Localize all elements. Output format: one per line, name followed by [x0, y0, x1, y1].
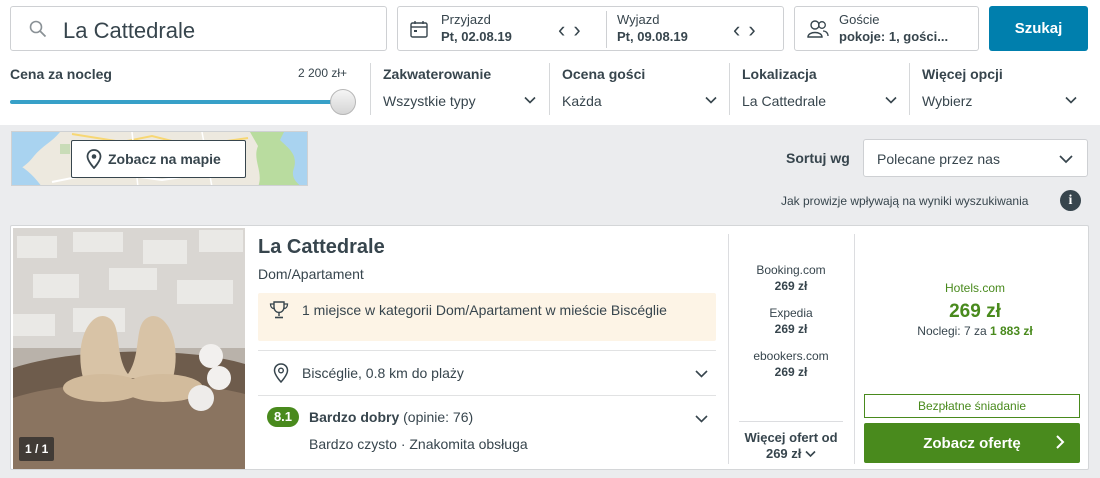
info-icon[interactable]: i — [1060, 190, 1081, 211]
date-picker: Przyjazd Pt, 02.08.19 ‹› Wyjazd Pt, 09.0… — [397, 6, 784, 51]
more-options-filter[interactable]: Więcej opcji Wybierz — [909, 63, 1089, 115]
chevron-right-icon — [1056, 435, 1065, 449]
guest-rating-filter-value: Każda — [562, 93, 602, 109]
checkout-field[interactable]: Wyjazd Pt, 09.08.19 ‹› — [607, 7, 783, 50]
calendar-icon — [410, 21, 428, 38]
nights-prefix: Noclegi: 7 za — [917, 324, 987, 338]
deal-provider: ebookers.com — [753, 349, 829, 363]
deal-item[interactable]: ebookers.com 269 zł — [731, 349, 851, 379]
more-deals-price: 269 zł — [765, 446, 802, 461]
divider — [258, 395, 716, 396]
chevron-down-icon — [1059, 155, 1073, 164]
more-options-filter-label: Więcej opcji — [922, 66, 1003, 82]
guests-value: pokoje: 1, gości... — [839, 29, 949, 44]
deal-price: 269 zł — [774, 365, 808, 379]
deal-item[interactable]: Booking.com 269 zł — [731, 263, 851, 293]
hotel-location[interactable]: Biscéglie, 0.8 km do plaży — [302, 365, 464, 381]
accommodation-filter-value: Wszystkie typy — [383, 93, 476, 109]
guests-label: Goście — [839, 12, 880, 27]
more-deals-label: Więcej ofert od — [744, 430, 838, 445]
hotel-photo-image — [13, 228, 245, 469]
deal-provider: Booking.com — [756, 263, 826, 277]
view-on-map-label: Zobacz na mapie — [108, 151, 221, 167]
divider — [854, 234, 855, 464]
search-icon — [29, 20, 47, 38]
checkin-value: Pt, 02.08.19 — [441, 29, 512, 44]
prev-day-icon[interactable]: ‹ — [733, 17, 748, 42]
divider — [739, 421, 843, 422]
trophy-icon — [269, 301, 289, 319]
guest-rating-filter-label: Ocena gości — [562, 66, 646, 82]
rating-highlights: Bardzo czysto · Znakomita obsługa — [309, 436, 528, 452]
checkout-label: Wyjazd — [617, 12, 660, 27]
search-button[interactable]: Szukaj — [989, 6, 1088, 51]
rating-label: Bardzo dobry — [309, 409, 400, 425]
checkout-value: Pt, 09.08.19 — [617, 29, 688, 44]
deal-price: 269 zł — [774, 322, 808, 336]
award-text: 1 miejsce w kategorii Dom/Apartament w m… — [302, 302, 667, 318]
hotel-name[interactable]: La Cattedrale — [258, 236, 385, 259]
hotel-photo[interactable]: 1 / 1 — [13, 228, 245, 469]
best-deal-provider: Hotels.com — [944, 281, 1006, 295]
checkin-field[interactable]: Przyjazd Pt, 02.08.19 ‹› — [398, 7, 606, 50]
prev-day-icon[interactable]: ‹ — [558, 17, 573, 42]
checkout-arrows: ‹› — [733, 17, 764, 43]
chevron-down-icon — [885, 96, 897, 104]
guests-field[interactable]: Goście pokoje: 1, gości... — [794, 6, 979, 51]
sort-select[interactable]: Polecane przez nas — [863, 139, 1088, 177]
deal-provider: Expedia — [769, 306, 813, 320]
more-deals-button[interactable]: Więcej ofert od 269 zł — [731, 430, 851, 462]
chevron-down-icon — [524, 96, 536, 104]
price-slider-track[interactable] — [10, 100, 344, 104]
chevron-down-icon — [705, 96, 717, 104]
map-pin-icon — [86, 149, 102, 169]
rating-score-badge: 8.1 — [267, 407, 299, 427]
free-breakfast-badge: Bezpłatne śniadanie — [864, 394, 1080, 418]
location-filter-value: La Cattedrale — [742, 93, 827, 109]
accommodation-filter[interactable]: Zakwaterowanie Wszystkie typy — [370, 63, 548, 115]
destination-search-input[interactable]: La Cattedrale — [10, 6, 387, 51]
sort-value: Polecane przez nas — [877, 151, 1000, 167]
guest-rating-filter[interactable]: Ocena gości Każda — [549, 63, 729, 115]
photo-counter: 1 / 1 — [19, 437, 55, 461]
award-banner: 1 miejsce w kategorii Dom/Apartament w m… — [258, 293, 716, 341]
best-deal-total: Noclegi: 7 za 1 883 zł — [861, 324, 1089, 338]
next-day-icon[interactable]: › — [748, 17, 763, 42]
price-filter-label: Cena za nocleg — [10, 66, 112, 82]
chevron-down-icon[interactable] — [695, 367, 708, 380]
sort-label: Sortuj wg — [786, 150, 850, 166]
chevron-down-icon — [805, 450, 816, 458]
deal-price: 269 zł — [774, 279, 808, 293]
divider — [728, 234, 729, 464]
checkin-label: Przyjazd — [441, 12, 491, 27]
nights-total: 1 883 zł — [990, 324, 1033, 338]
view-on-map-button[interactable]: Zobacz na mapie — [71, 140, 246, 178]
divider — [258, 350, 716, 351]
best-deal-price: 269 zł — [949, 301, 1001, 322]
price-filter-max: 2 200 zł+ — [298, 66, 348, 80]
hotel-type: Dom/Apartament — [258, 266, 364, 282]
view-deal-label: Zobacz ofertę — [923, 434, 1021, 452]
hotel-result-card: 1 / 1 La Cattedrale Dom/Apartament 1 mie… — [10, 225, 1089, 470]
next-day-icon[interactable]: › — [573, 17, 588, 42]
chevron-down-icon — [1065, 96, 1077, 104]
rating-reviews: (opinie: 76) — [403, 409, 474, 425]
view-deal-button[interactable]: Zobacz ofertę — [864, 423, 1080, 463]
price-slider-handle[interactable] — [330, 89, 356, 115]
location-pin-icon — [273, 363, 289, 383]
accommodation-filter-label: Zakwaterowanie — [383, 66, 492, 82]
guests-icon — [807, 20, 829, 38]
checkin-arrows: ‹› — [558, 17, 589, 43]
chevron-down-icon[interactable] — [695, 412, 708, 425]
rating-summary[interactable]: Bardzo dobry (opinie: 76) — [309, 409, 473, 425]
destination-value: La Cattedrale — [63, 18, 196, 43]
more-options-filter-value: Wybierz — [922, 93, 973, 109]
deal-item[interactable]: Expedia 269 zł — [731, 306, 851, 336]
commission-info-link[interactable]: Jak prowizje wpływają na wyniki wyszukiw… — [781, 194, 1028, 208]
location-filter-label: Lokalizacja — [742, 66, 817, 82]
location-filter[interactable]: Lokalizacja La Cattedrale — [729, 63, 909, 115]
